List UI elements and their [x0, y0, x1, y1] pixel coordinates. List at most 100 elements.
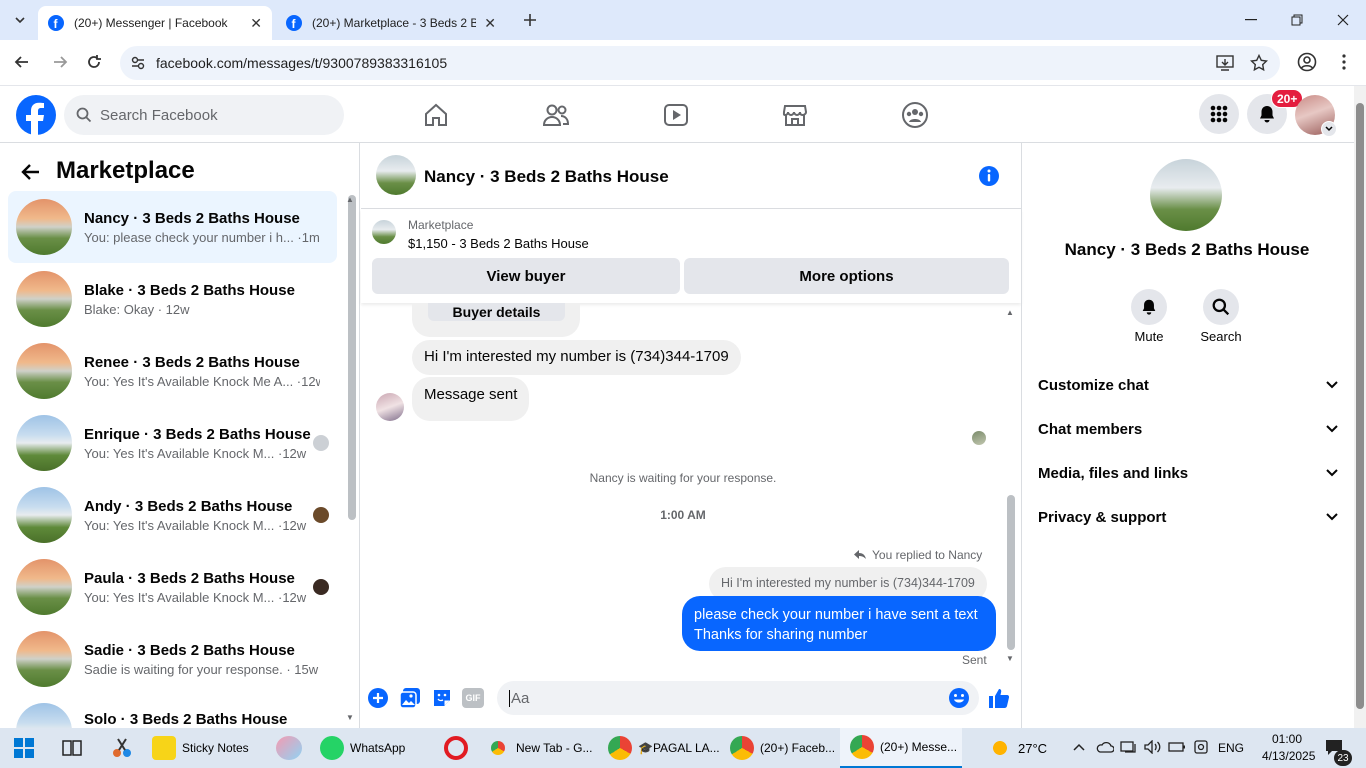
customize-chat-section[interactable]: Customize chat [1038, 373, 1338, 397]
taskbar-chrome-facebook[interactable]: (20+) Faceb... [730, 728, 835, 768]
camera-icon[interactable] [1192, 740, 1210, 754]
facebook-search-input[interactable]: Search Facebook [64, 95, 344, 135]
sticker-icon[interactable] [431, 687, 453, 709]
mute-button[interactable] [1131, 289, 1167, 325]
reply-indicator: You replied to Nancy [854, 548, 982, 562]
install-app-icon[interactable] [1216, 54, 1234, 72]
conversation-item[interactable]: Paula · 3 Beds 2 Baths House You: Yes It'… [8, 551, 337, 623]
close-window-icon[interactable] [1320, 0, 1366, 40]
section-label: Media, files and links [1038, 464, 1189, 482]
info-icon[interactable] [978, 165, 1000, 187]
taskbar-whatsapp[interactable]: WhatsApp [320, 728, 405, 768]
media-files-section[interactable]: Media, files and links [1038, 461, 1338, 485]
bookmark-star-icon[interactable] [1250, 54, 1268, 72]
image-icon[interactable] [399, 687, 421, 709]
account-chevron-icon[interactable] [1321, 121, 1337, 137]
windows-start-icon[interactable] [14, 738, 34, 758]
taskbar-chrome-messenger[interactable]: (20+) Messe... [840, 728, 962, 768]
gif-icon[interactable]: GIF [462, 688, 484, 708]
conversation-item[interactable]: Solo · 3 Beds 2 Baths House [8, 695, 337, 728]
home-icon[interactable] [416, 97, 456, 133]
tab-marketplace[interactable]: f (20+) Marketplace - 3 Beds 2 Ba ✕ [276, 6, 506, 40]
buyer-details-button[interactable]: Buyer details [428, 303, 565, 321]
weather-widget[interactable]: 27°C [988, 728, 1047, 768]
language-indicator[interactable]: ENG [1218, 741, 1244, 755]
marketplace-icon[interactable] [775, 97, 815, 133]
taskbar-item-label: New Tab - G... [516, 741, 593, 755]
scroll-up-icon[interactable]: ▲ [1006, 308, 1014, 317]
chevron-down-icon [1326, 381, 1338, 389]
opera-icon[interactable] [444, 736, 468, 760]
chat-avatar[interactable] [376, 155, 416, 195]
search-in-chat-button[interactable] [1203, 289, 1239, 325]
close-tab-icon[interactable]: ✕ [250, 15, 262, 32]
timestamp: 1:00 AM [660, 508, 706, 522]
conversation-list-scrollbar[interactable] [348, 195, 356, 520]
message-input[interactable]: Aa [497, 681, 979, 715]
chevron-up-icon[interactable] [1072, 740, 1086, 754]
video-icon[interactable] [656, 97, 696, 133]
url-text: facebook.com/messages/t/9300789383316105 [156, 55, 448, 71]
facebook-favicon-icon: f [286, 15, 302, 31]
taskbar-sticky-notes[interactable]: Sticky Notes [152, 728, 249, 768]
clock[interactable]: 01:00 4/13/2025 [1262, 731, 1315, 765]
battery-icon[interactable] [1168, 741, 1186, 753]
browser-menu-icon[interactable] [1334, 52, 1354, 72]
scroll-down-icon[interactable]: ▼ [1006, 654, 1014, 663]
new-tab-plus-icon[interactable] [516, 6, 544, 34]
buyer-details-label: Buyer details [452, 304, 541, 320]
panel-title: Marketplace [56, 157, 195, 184]
task-view-icon[interactable] [62, 738, 82, 758]
close-tab-icon[interactable]: ✕ [484, 15, 496, 32]
minimize-icon[interactable] [1228, 0, 1274, 40]
reload-icon[interactable] [84, 52, 104, 72]
taskbar-item-label: Sticky Notes [182, 741, 249, 755]
tab-messenger[interactable]: f (20+) Messenger | Facebook ✕ [38, 6, 272, 40]
conversation-item[interactable]: Renee · 3 Beds 2 Baths House You: Yes It'… [8, 335, 337, 407]
network-icon[interactable] [1120, 740, 1138, 754]
onedrive-icon[interactable] [1096, 740, 1114, 754]
taskbar-item-label: 🎓PAGAL LA... [638, 741, 720, 755]
menu-grid-icon[interactable] [1199, 94, 1239, 134]
restore-icon[interactable] [1274, 0, 1320, 40]
conversation-item[interactable]: Nancy · 3 Beds 2 Baths House You: please … [8, 191, 337, 263]
chat-scrollbar[interactable] [1007, 495, 1015, 650]
forward-arrow-icon[interactable] [50, 52, 70, 72]
profile-avatar[interactable] [1150, 159, 1222, 231]
paint-app-icon[interactable] [276, 736, 302, 760]
emoji-icon[interactable] [948, 687, 970, 709]
conversation-name: Nancy · 3 Beds 2 Baths House [84, 209, 300, 227]
taskbar-chrome-new-tab[interactable]: New Tab - G... [486, 728, 592, 768]
conversation-item[interactable]: Blake · 3 Beds 2 Baths House Blake: Okay … [8, 263, 337, 335]
groups-icon[interactable] [895, 97, 935, 133]
tab-search-chevron-icon[interactable] [6, 6, 34, 34]
back-arrow-icon[interactable] [20, 161, 42, 183]
more-options-button[interactable]: More options [684, 258, 1009, 294]
profile-icon[interactable] [1297, 52, 1317, 72]
address-bar[interactable]: facebook.com/messages/t/9300789383316105 [120, 46, 1280, 80]
listing-detail[interactable]: $1,150 - 3 Beds 2 Baths House [408, 236, 589, 251]
conversation-list-panel: Marketplace Nancy · 3 Beds 2 Baths House… [0, 143, 360, 728]
privacy-support-section[interactable]: Privacy & support [1038, 505, 1338, 529]
volume-icon[interactable] [1144, 740, 1162, 754]
conversation-item[interactable]: Sadie · 3 Beds 2 Baths House Sadie is wai… [8, 623, 337, 695]
conversation-item[interactable]: Enrique · 3 Beds 2 Baths House You: Yes I… [8, 407, 337, 479]
facebook-logo-icon[interactable] [16, 95, 56, 135]
plus-icon[interactable] [367, 687, 389, 709]
snipping-tool-icon[interactable] [110, 736, 134, 760]
page-scrollbar-thumb[interactable] [1356, 103, 1364, 709]
friends-icon[interactable] [536, 97, 576, 133]
taskbar-chrome-pagal[interactable]: 🎓PAGAL LA... [608, 728, 720, 768]
contact-avatar[interactable] [376, 393, 404, 421]
site-info-icon[interactable] [130, 55, 146, 71]
chat-members-section[interactable]: Chat members [1038, 417, 1338, 441]
scroll-down-icon[interactable]: ▼ [346, 713, 354, 722]
conversation-item[interactable]: Andy · 3 Beds 2 Baths House You: Yes It's… [8, 479, 337, 551]
back-arrow-icon[interactable] [12, 52, 32, 72]
view-buyer-button[interactable]: View buyer [372, 258, 680, 294]
chat-title[interactable]: Nancy · 3 Beds 2 Baths House [424, 167, 669, 187]
thumbs-up-icon[interactable] [987, 686, 1011, 710]
scroll-up-icon[interactable]: ▲ [346, 195, 354, 204]
conversation-name: Paula · 3 Beds 2 Baths House [84, 569, 295, 587]
listing-thumbnail [16, 559, 72, 615]
